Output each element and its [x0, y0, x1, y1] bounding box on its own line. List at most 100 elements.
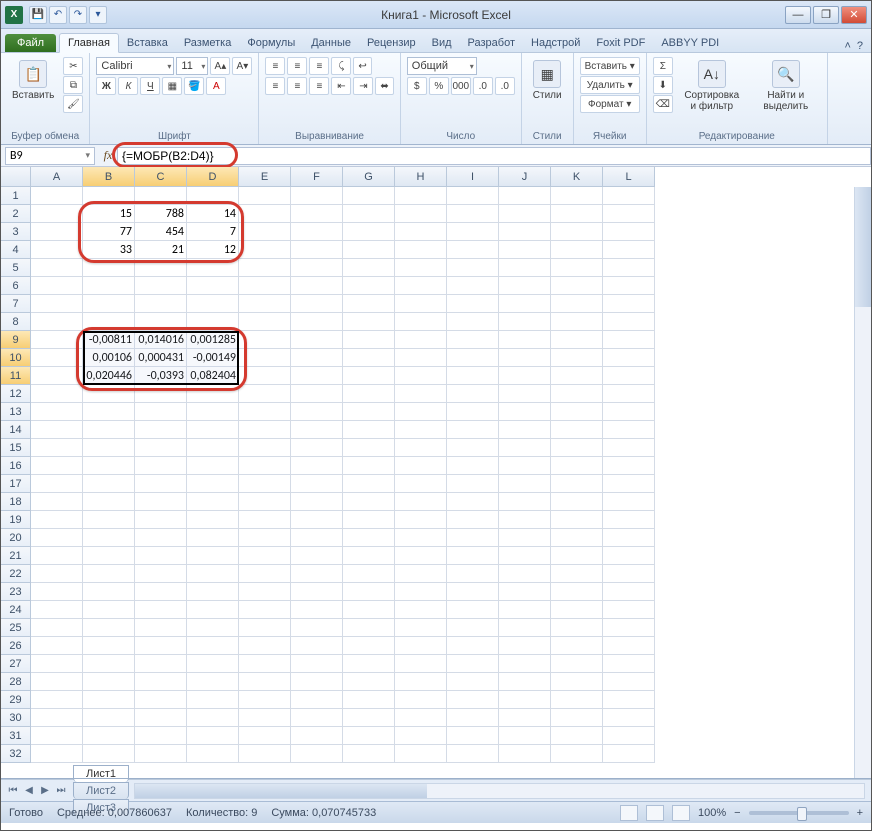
cell-E21[interactable]: [239, 547, 291, 565]
find-select-button[interactable]: 🔍 Найти и выделить: [751, 57, 821, 115]
cell-A27[interactable]: [31, 655, 83, 673]
autosum-icon[interactable]: Σ: [653, 57, 673, 75]
cell-G5[interactable]: [343, 259, 395, 277]
cell-G16[interactable]: [343, 457, 395, 475]
cell-C17[interactable]: [135, 475, 187, 493]
file-tab[interactable]: Файл: [5, 34, 56, 52]
cell-A16[interactable]: [31, 457, 83, 475]
cell-D23[interactable]: [187, 583, 239, 601]
row-header-22[interactable]: 22: [1, 565, 31, 583]
cell-B15[interactable]: [83, 439, 135, 457]
cell-K1[interactable]: [551, 187, 603, 205]
cell-A21[interactable]: [31, 547, 83, 565]
row-header-31[interactable]: 31: [1, 727, 31, 745]
cell-G20[interactable]: [343, 529, 395, 547]
cell-L1[interactable]: [603, 187, 655, 205]
align-left-icon[interactable]: ≡: [265, 77, 285, 95]
cell-C14[interactable]: [135, 421, 187, 439]
cell-E19[interactable]: [239, 511, 291, 529]
cell-I19[interactable]: [447, 511, 499, 529]
horizontal-scrollbar[interactable]: [134, 783, 865, 799]
cell-I23[interactable]: [447, 583, 499, 601]
cell-J9[interactable]: [499, 331, 551, 349]
fill-color-icon[interactable]: 🪣: [184, 77, 204, 95]
cell-D12[interactable]: [187, 385, 239, 403]
cell-F1[interactable]: [291, 187, 343, 205]
cell-J14[interactable]: [499, 421, 551, 439]
cell-L5[interactable]: [603, 259, 655, 277]
row-header-9[interactable]: 9: [1, 331, 31, 349]
cell-E11[interactable]: [239, 367, 291, 385]
cell-B5[interactable]: [83, 259, 135, 277]
cell-J29[interactable]: [499, 691, 551, 709]
cell-C32[interactable]: [135, 745, 187, 763]
cell-F14[interactable]: [291, 421, 343, 439]
cell-F20[interactable]: [291, 529, 343, 547]
cell-E10[interactable]: [239, 349, 291, 367]
cell-H32[interactable]: [395, 745, 447, 763]
cell-H7[interactable]: [395, 295, 447, 313]
cell-B4[interactable]: 33: [83, 241, 135, 259]
cell-H11[interactable]: [395, 367, 447, 385]
cell-D25[interactable]: [187, 619, 239, 637]
sheet-nav-first-icon[interactable]: ⏮: [5, 785, 21, 796]
cell-H23[interactable]: [395, 583, 447, 601]
cell-L7[interactable]: [603, 295, 655, 313]
cell-C12[interactable]: [135, 385, 187, 403]
cell-D21[interactable]: [187, 547, 239, 565]
cell-I13[interactable]: [447, 403, 499, 421]
wrap-text-icon[interactable]: ↩: [353, 57, 371, 75]
cell-H18[interactable]: [395, 493, 447, 511]
cell-G4[interactable]: [343, 241, 395, 259]
cell-C28[interactable]: [135, 673, 187, 691]
cell-F9[interactable]: [291, 331, 343, 349]
cell-C2[interactable]: 788: [135, 205, 187, 223]
cell-I24[interactable]: [447, 601, 499, 619]
qat-more-icon[interactable]: ▾: [89, 6, 107, 24]
cell-I10[interactable]: [447, 349, 499, 367]
cell-I22[interactable]: [447, 565, 499, 583]
cell-D8[interactable]: [187, 313, 239, 331]
ribbon-tab-вид[interactable]: Вид: [424, 34, 460, 52]
row-header-2[interactable]: 2: [1, 205, 31, 223]
cell-J21[interactable]: [499, 547, 551, 565]
cell-C22[interactable]: [135, 565, 187, 583]
sheet-nav-last-icon[interactable]: ⏭: [53, 785, 69, 796]
cell-F7[interactable]: [291, 295, 343, 313]
cell-A18[interactable]: [31, 493, 83, 511]
comma-icon[interactable]: 000: [451, 77, 471, 95]
row-header-32[interactable]: 32: [1, 745, 31, 763]
cell-F21[interactable]: [291, 547, 343, 565]
insert-cells-button[interactable]: Вставить ▾: [580, 57, 640, 75]
cell-I1[interactable]: [447, 187, 499, 205]
cell-C13[interactable]: [135, 403, 187, 421]
minimize-ribbon-icon[interactable]: ˄: [844, 40, 850, 52]
cell-K23[interactable]: [551, 583, 603, 601]
cell-A10[interactable]: [31, 349, 83, 367]
col-header-E[interactable]: E: [239, 167, 291, 187]
currency-icon[interactable]: $: [407, 77, 427, 95]
cell-K9[interactable]: [551, 331, 603, 349]
cell-G28[interactable]: [343, 673, 395, 691]
cell-C16[interactable]: [135, 457, 187, 475]
cut-icon[interactable]: ✂: [63, 57, 83, 75]
cell-B9[interactable]: -0,00811: [83, 331, 135, 349]
cell-A1[interactable]: [31, 187, 83, 205]
cell-I16[interactable]: [447, 457, 499, 475]
cell-B1[interactable]: [83, 187, 135, 205]
cell-C24[interactable]: [135, 601, 187, 619]
ribbon-tab-вставка[interactable]: Вставка: [119, 34, 176, 52]
redo-icon[interactable]: ↷: [69, 6, 87, 24]
cell-D6[interactable]: [187, 277, 239, 295]
cell-D2[interactable]: 14: [187, 205, 239, 223]
cell-C29[interactable]: [135, 691, 187, 709]
cell-L23[interactable]: [603, 583, 655, 601]
row-header-15[interactable]: 15: [1, 439, 31, 457]
cell-C21[interactable]: [135, 547, 187, 565]
cell-L24[interactable]: [603, 601, 655, 619]
cell-F4[interactable]: [291, 241, 343, 259]
cell-L4[interactable]: [603, 241, 655, 259]
cell-D31[interactable]: [187, 727, 239, 745]
cell-J22[interactable]: [499, 565, 551, 583]
cell-C6[interactable]: [135, 277, 187, 295]
